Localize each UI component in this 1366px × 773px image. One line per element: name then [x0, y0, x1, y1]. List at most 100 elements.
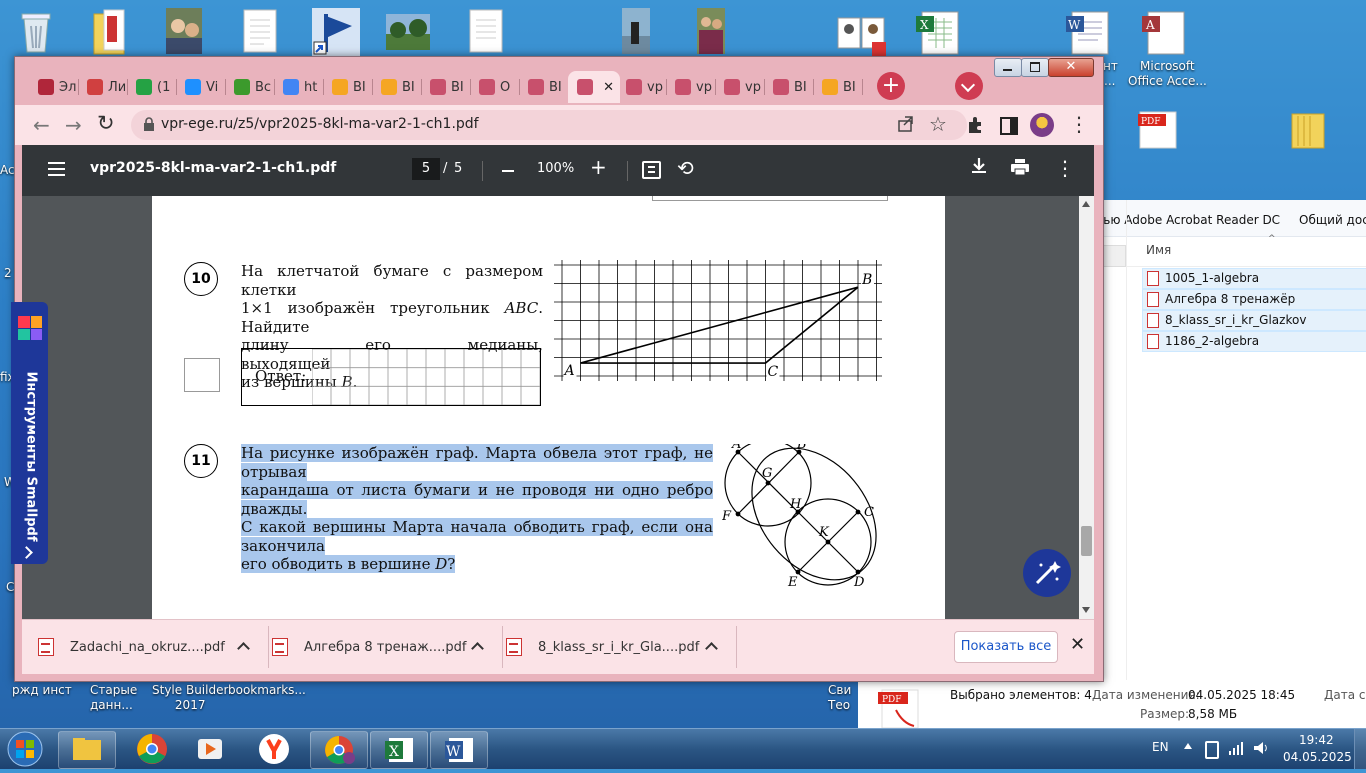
- taskbar-word-button[interactable]: W: [430, 731, 488, 769]
- extensions-icon[interactable]: [966, 116, 984, 138]
- share-icon[interactable]: [897, 115, 915, 137]
- explorer-open-with-acrobat[interactable]: щью Adobe Acrobat Reader DC: [1092, 213, 1280, 227]
- graph-node-label: B: [796, 444, 807, 452]
- zoom-in-button[interactable]: +: [590, 155, 607, 179]
- back-button[interactable]: ←: [33, 113, 50, 137]
- download-item[interactable]: Алгебра 8 тренаж....pdf: [272, 620, 503, 674]
- access-file-icon[interactable]: A: [1140, 8, 1186, 56]
- forward-button[interactable]: →: [65, 113, 82, 137]
- chevron-up-icon[interactable]: [471, 642, 484, 655]
- close-tab-icon[interactable]: ✕: [603, 80, 614, 95]
- show-desktop-button[interactable]: [1354, 729, 1366, 769]
- start-button[interactable]: [4, 729, 46, 769]
- pdf-viewer[interactable]: 10 На клетчатой бумаге с размером клетки…: [22, 196, 1094, 619]
- tab-item[interactable]: Bc: [225, 71, 274, 103]
- clock-time[interactable]: 19:42: [1299, 733, 1334, 747]
- smallpdf-side-panel[interactable]: Инструменты Smallpdf: [11, 302, 48, 564]
- side-panel-icon[interactable]: [1000, 117, 1018, 135]
- download-icon[interactable]: [971, 157, 987, 179]
- flag-shortcut-icon[interactable]: [312, 8, 360, 56]
- network-icon[interactable]: [1228, 739, 1244, 761]
- landscape-photo-icon[interactable]: [386, 14, 432, 62]
- url-text[interactable]: vpr-ege.ru/z5/vpr2025-8kl-ma-var2-1-ch1.…: [161, 116, 479, 132]
- document-icon[interactable]: [242, 8, 288, 56]
- zoom-level[interactable]: 100%: [537, 161, 574, 176]
- tab-item[interactable]: О: [470, 71, 519, 103]
- taskbar-chrome-button[interactable]: [124, 731, 180, 767]
- pdf-file-icon[interactable]: PDF: [1136, 110, 1182, 158]
- chevron-up-icon[interactable]: [705, 642, 718, 655]
- site-info-icon[interactable]: [143, 117, 154, 131]
- smallpdf-magic-button[interactable]: [1023, 549, 1071, 597]
- photo-icon[interactable]: [166, 8, 212, 56]
- tab-item[interactable]: Vi: [176, 71, 225, 103]
- hamburger-menu-icon[interactable]: [48, 162, 65, 164]
- profile-avatar[interactable]: [1030, 113, 1054, 137]
- explorer-column-name[interactable]: Имя: [1146, 243, 1171, 257]
- explorer-file-row[interactable]: 1186_2-algebra: [1142, 331, 1366, 352]
- bookmark-star-icon[interactable]: ☆: [929, 112, 947, 136]
- taskbar-media-button[interactable]: [182, 731, 238, 767]
- tab-item[interactable]: ВI: [813, 71, 862, 103]
- volume-icon[interactable]: [1252, 739, 1270, 761]
- taskbar-explorer-button[interactable]: [58, 731, 116, 769]
- tab-item[interactable]: ВI: [323, 71, 372, 103]
- tray-expand-icon[interactable]: [1184, 743, 1192, 749]
- scroll-down-arrow[interactable]: [1082, 607, 1090, 613]
- tab-item[interactable]: vp: [617, 71, 666, 103]
- tab-item[interactable]: ВI: [372, 71, 421, 103]
- tab-item[interactable]: vp: [666, 71, 715, 103]
- graph-node-label: E: [787, 575, 798, 590]
- rotate-icon[interactable]: ⟲: [677, 156, 694, 180]
- people-photo-icon[interactable]: [697, 8, 743, 56]
- downloads-close-icon[interactable]: ✕: [1070, 634, 1085, 655]
- tab-item[interactable]: ВI: [519, 71, 568, 103]
- download-item[interactable]: Zadachi_na_okruz....pdf: [38, 620, 269, 674]
- explorer-file-row[interactable]: 1005_1-algebra: [1142, 268, 1366, 289]
- tab-active[interactable]: ✕: [568, 71, 620, 103]
- folder-icon[interactable]: [90, 8, 136, 56]
- tab-item[interactable]: (1: [127, 71, 176, 103]
- explorer-share-button[interactable]: Общий дост: [1299, 213, 1366, 227]
- taskbar-yandex-button[interactable]: [246, 731, 302, 767]
- tab-item[interactable]: vp: [715, 71, 764, 103]
- zoom-out-button[interactable]: [502, 170, 514, 172]
- tab-search-button[interactable]: [955, 72, 983, 100]
- download-item[interactable]: 8_klass_sr_i_kr_Gla....pdf: [506, 620, 737, 674]
- graph-node: [765, 480, 771, 486]
- recycle-bin-icon[interactable]: [16, 8, 62, 56]
- scroll-up-arrow[interactable]: [1082, 201, 1090, 207]
- taskbar-chrome-active-button[interactable]: [310, 731, 368, 769]
- document-icon-2[interactable]: [468, 8, 514, 56]
- tab-item[interactable]: ht: [274, 71, 323, 103]
- browser-menu-icon[interactable]: ⋮: [1069, 111, 1089, 137]
- new-tab-button[interactable]: +: [877, 72, 905, 100]
- word-file-icon[interactable]: W: [1064, 8, 1110, 56]
- task10-score-box: [184, 358, 220, 392]
- tab-item[interactable]: Ли: [78, 71, 127, 103]
- tray-device-icon[interactable]: [1205, 741, 1219, 759]
- folder-icon-2[interactable]: [1288, 110, 1334, 158]
- downloads-show-all-button[interactable]: Показать все: [954, 631, 1058, 663]
- excel-file-icon[interactable]: X: [914, 8, 960, 56]
- pdf-scrollbar[interactable]: [1079, 196, 1094, 619]
- chevron-right-icon[interactable]: [20, 546, 33, 559]
- tab-item[interactable]: ВI: [421, 71, 470, 103]
- taskbar-excel-button[interactable]: X: [370, 731, 428, 769]
- language-indicator[interactable]: EN: [1152, 740, 1169, 754]
- reload-button[interactable]: ↻: [97, 111, 115, 135]
- print-icon[interactable]: [1010, 158, 1030, 180]
- chevron-up-icon[interactable]: [237, 642, 250, 655]
- address-bar[interactable]: vpr-ege.ru/z5/vpr2025-8kl-ma-var2-1-ch1.…: [131, 110, 967, 140]
- fit-page-icon[interactable]: [642, 161, 661, 179]
- explorer-file-row[interactable]: Алгебра 8 тренажёр: [1142, 289, 1366, 310]
- beach-photo-icon[interactable]: [622, 8, 668, 56]
- tab-item[interactable]: Эл: [29, 71, 78, 103]
- tab-favicon-icon: [381, 79, 397, 95]
- pdf-more-menu-icon[interactable]: ⋮: [1055, 156, 1075, 180]
- page-number-input[interactable]: 5: [412, 158, 440, 180]
- explorer-file-row[interactable]: 8_klass_sr_i_kr_Glazkov: [1142, 310, 1366, 331]
- scroll-thumb[interactable]: [1081, 526, 1092, 556]
- tab-item[interactable]: ВI: [764, 71, 813, 103]
- clock-date[interactable]: 04.05.2025: [1283, 750, 1352, 764]
